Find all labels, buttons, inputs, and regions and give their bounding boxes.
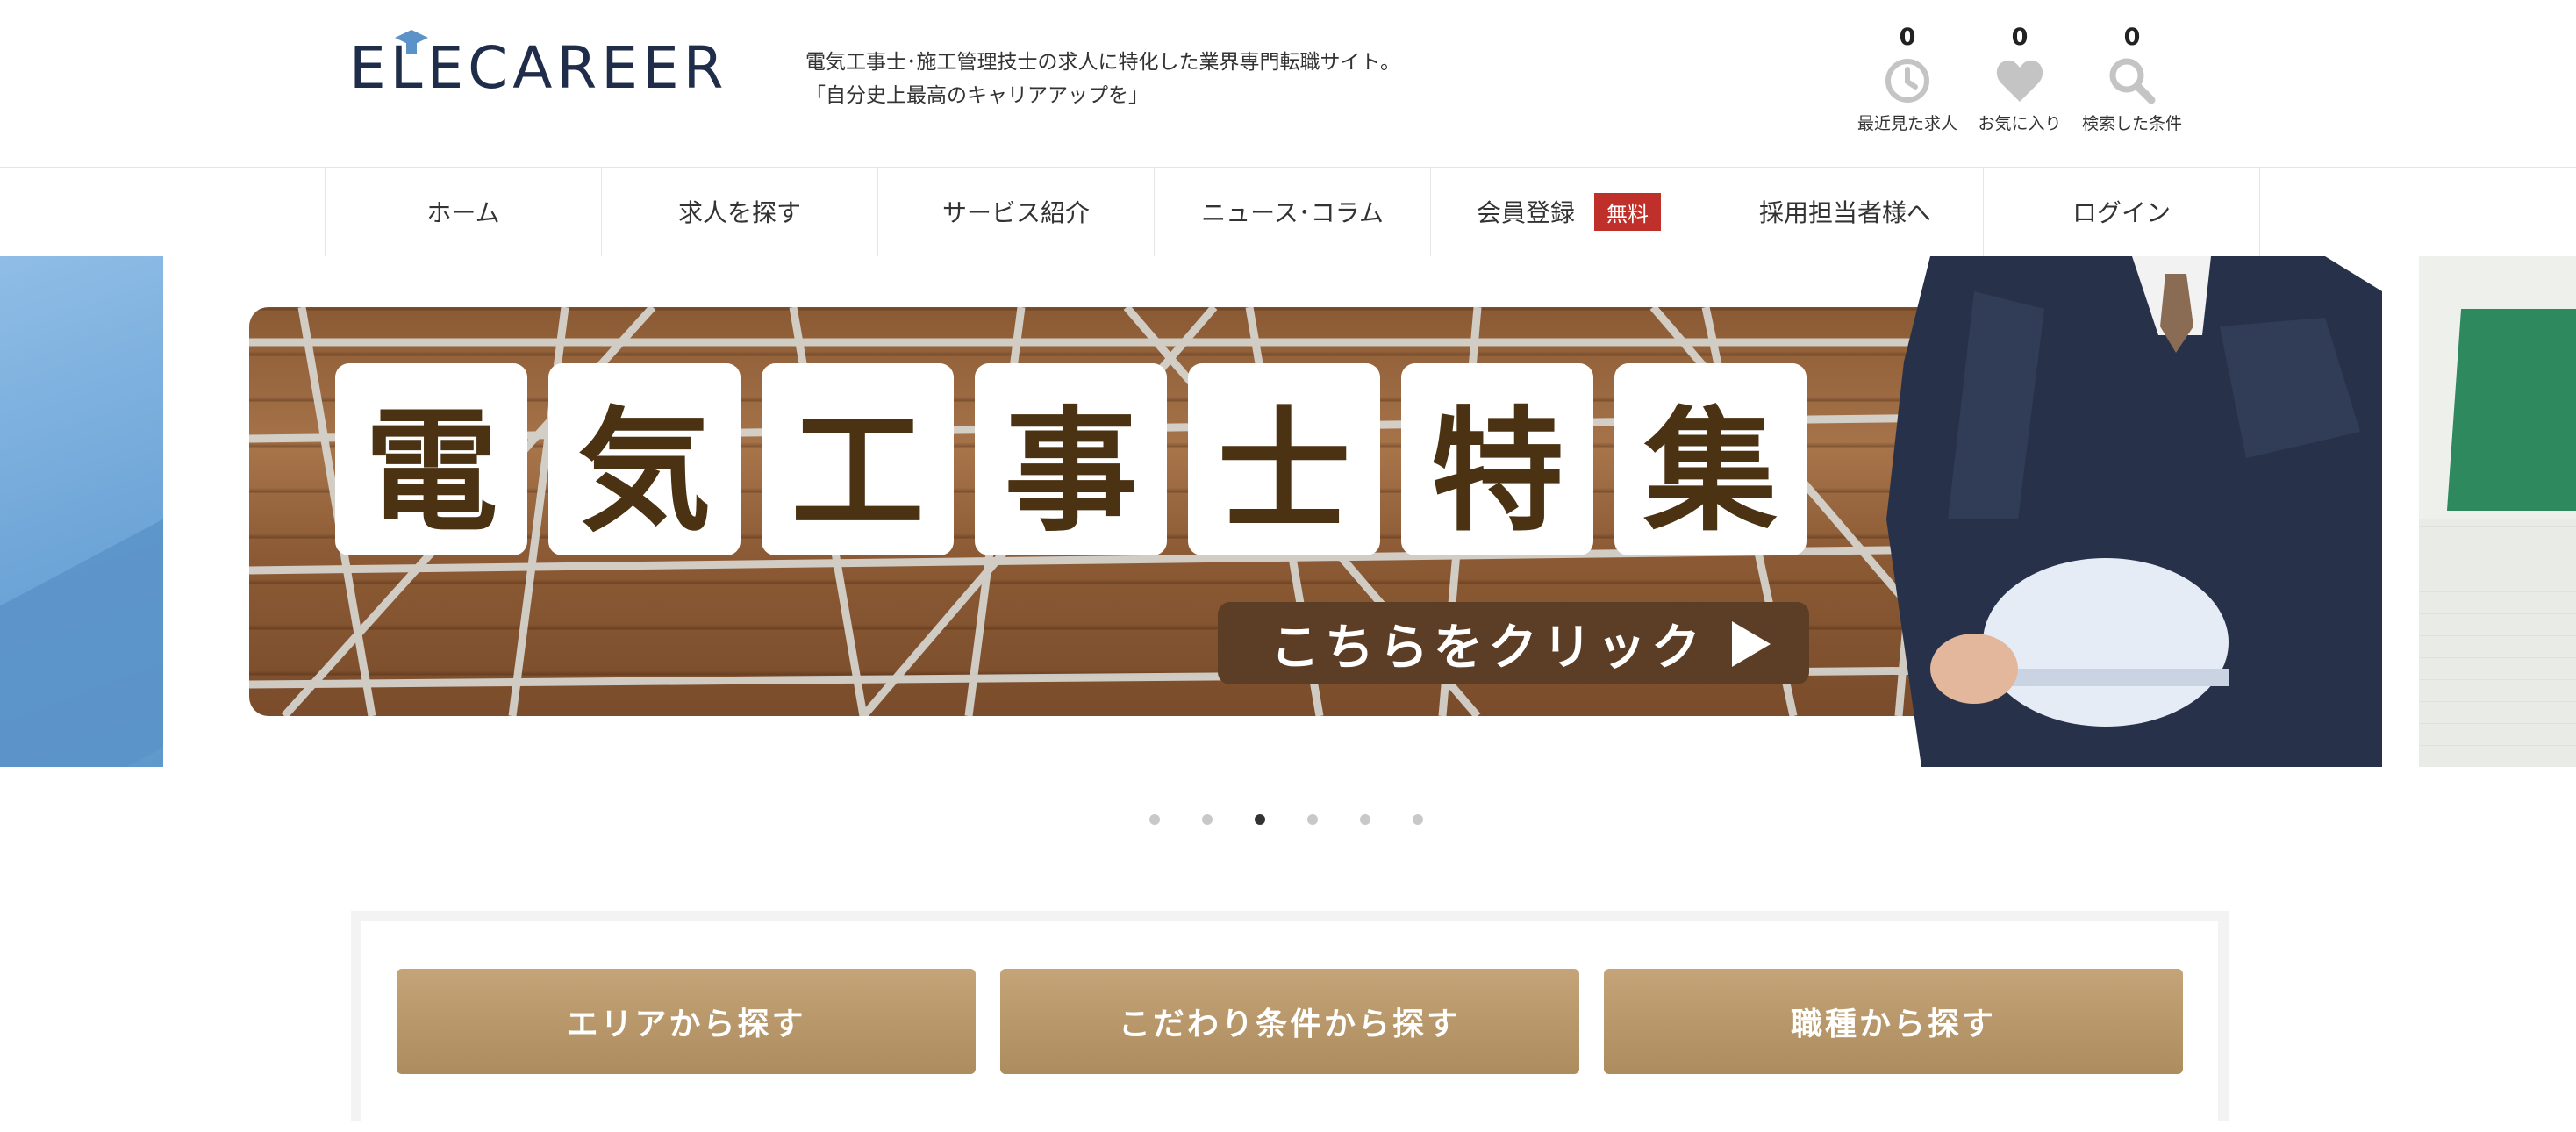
nav-item-home[interactable]: ホーム (326, 167, 602, 256)
banner-title-char: 気 (548, 363, 741, 555)
search-by-area-button[interactable]: エリアから探す (397, 969, 976, 1074)
slider-dot-active[interactable] (1255, 814, 1265, 825)
banner-title-char: 士 (1188, 363, 1380, 555)
saved-search-label: 検索した条件 (2081, 114, 2182, 133)
nav-home-label: ホーム (426, 198, 500, 227)
free-badge: 無料 (1594, 192, 1661, 231)
tagline-line-2: 「自分史上最高のキャリアアップを」 (805, 84, 1148, 107)
banner-cta-button[interactable]: こちらをクリック (1218, 602, 1809, 684)
search-by-job-type-label: 職種から探す (1790, 1006, 1996, 1042)
banner-title-char: 集 (1614, 363, 1807, 555)
nav-item-services[interactable]: サービス紹介 (878, 167, 1155, 256)
site-header: ELECAREER 電気工事士･施工管理技士の求人に特化した業界専門転職サイト。… (0, 0, 2576, 168)
search-by-conditions-label: こだわり条件から探す (1118, 1006, 1461, 1042)
search-by-area-label: エリアから探す (566, 1006, 806, 1042)
nav-item-login[interactable]: ログイン (1984, 167, 2260, 256)
search-by-job-type-button[interactable]: 職種から探す (1604, 969, 2183, 1074)
play-arrow-icon (1732, 621, 1771, 667)
site-tagline: 電気工事士･施工管理技士の求人に特化した業界専門転職サイト。 「自分史上最高のキ… (805, 46, 1400, 112)
banner-title-char: 電 (335, 363, 527, 555)
clock-icon (1885, 59, 1929, 103)
nav-login-label: ログイン (2072, 198, 2171, 227)
saved-search-count: 0 (2123, 24, 2141, 51)
nav-item-employers[interactable]: 採用担当者様へ (1707, 167, 1984, 256)
nav-item-find-jobs[interactable]: 求人を探す (602, 167, 878, 256)
logo-cap-icon (395, 30, 428, 54)
search-icon (2109, 58, 2156, 104)
nav-news-label: ニュース･コラム (1201, 198, 1384, 227)
slider-dot[interactable] (1413, 814, 1423, 825)
nav-item-register[interactable]: 会員登録 無料 (1431, 167, 1707, 256)
search-by-conditions-button[interactable]: こだわり条件から探す (1000, 969, 1579, 1074)
search-panel: エリアから探す こだわり条件から探す 職種から探す (351, 911, 2229, 1132)
slider-dot[interactable] (1360, 814, 1370, 825)
nav-employers-label: 採用担当者様へ (1758, 198, 1931, 227)
recent-jobs-count: 0 (1899, 24, 1916, 51)
header-counters: 0 最近見た求人 0 お気に入り 0 検索した条件 (1851, 21, 2188, 134)
banner-cta-label: こちらをクリック (1270, 619, 1706, 677)
recent-jobs-label: 最近見た求人 (1857, 114, 1957, 133)
slider-dot[interactable] (1149, 814, 1160, 825)
next-slide-peek[interactable] (2419, 256, 2576, 767)
nav-services-label: サービス紹介 (941, 198, 1090, 227)
hero-slider: 電 気 工 事 士 特 集 こちらをクリック (0, 256, 2576, 767)
banner-title-char: 事 (975, 363, 1167, 555)
banner-title-char: 工 (762, 363, 954, 555)
nav-item-news[interactable]: ニュース･コラム (1155, 167, 1431, 256)
banner-title-char: 特 (1401, 363, 1593, 555)
nav-register-label: 会員登録 (1476, 198, 1575, 227)
tagline-line-1: 電気工事士･施工管理技士の求人に特化した業界専門転職サイト。 (805, 51, 1401, 74)
prev-slide-peek[interactable] (0, 256, 163, 767)
favorites-counter[interactable]: 0 お気に入り (1964, 21, 2076, 134)
favorites-count: 0 (2011, 24, 2029, 51)
worker-with-helmet-image (1886, 256, 2382, 767)
heart-icon (1996, 60, 2043, 102)
slider-dot[interactable] (1307, 814, 1318, 825)
banner-title: 電 気 工 事 士 特 集 (335, 363, 1807, 555)
global-nav: ホーム 求人を探す サービス紹介 ニュース･コラム 会員登録 無料 採用担当者様… (325, 167, 2260, 256)
nav-find-jobs-label: 求人を探す (677, 198, 801, 227)
saved-search-counter[interactable]: 0 検索した条件 (2076, 21, 2188, 134)
favorites-label: お気に入り (1978, 114, 2062, 133)
site-logo[interactable]: ELECAREER (349, 30, 728, 104)
slider-dot[interactable] (1202, 814, 1213, 825)
slider-pagination (1149, 814, 1423, 825)
recent-jobs-counter[interactable]: 0 最近見た求人 (1851, 21, 1964, 134)
